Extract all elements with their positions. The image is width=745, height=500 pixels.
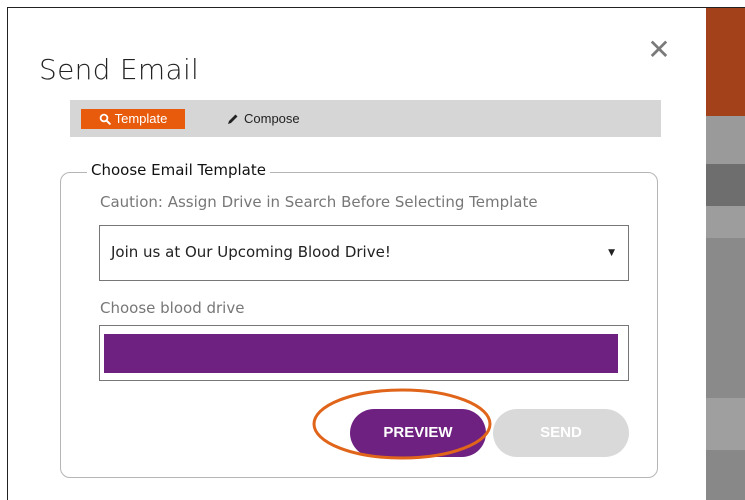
template-select[interactable]: Join us at Our Upcoming Blood Drive! ▼: [99, 225, 629, 281]
tab-compose[interactable]: Compose: [227, 109, 300, 129]
preview-button[interactable]: PREVIEW: [350, 409, 486, 457]
tab-template[interactable]: Template: [81, 109, 185, 129]
tab-template-label: Template: [114, 111, 168, 126]
blood-drive-field[interactable]: [99, 325, 629, 381]
tab-bar: Template Compose: [70, 100, 661, 137]
send-email-modal: Send Email ✕ Template Compose Choose Ema…: [8, 8, 706, 500]
tab-compose-label: Compose: [244, 111, 300, 126]
send-button[interactable]: SEND: [493, 409, 629, 457]
close-icon[interactable]: ✕: [645, 36, 673, 64]
blood-drive-label: Choose blood drive: [100, 299, 245, 317]
caution-text: Caution: Assign Drive in Search Before S…: [100, 193, 538, 211]
pencil-icon: [228, 114, 238, 124]
choose-template-fieldset: Choose Email Template Caution: Assign Dr…: [60, 161, 658, 478]
blood-drive-selection-bar: [104, 334, 618, 373]
modal-title: Send Email: [39, 53, 200, 86]
template-select-value: Join us at Our Upcoming Blood Drive!: [111, 243, 391, 261]
search-icon: [99, 113, 111, 125]
caret-down-icon: ▼: [608, 248, 615, 258]
fieldset-legend: Choose Email Template: [87, 161, 270, 179]
